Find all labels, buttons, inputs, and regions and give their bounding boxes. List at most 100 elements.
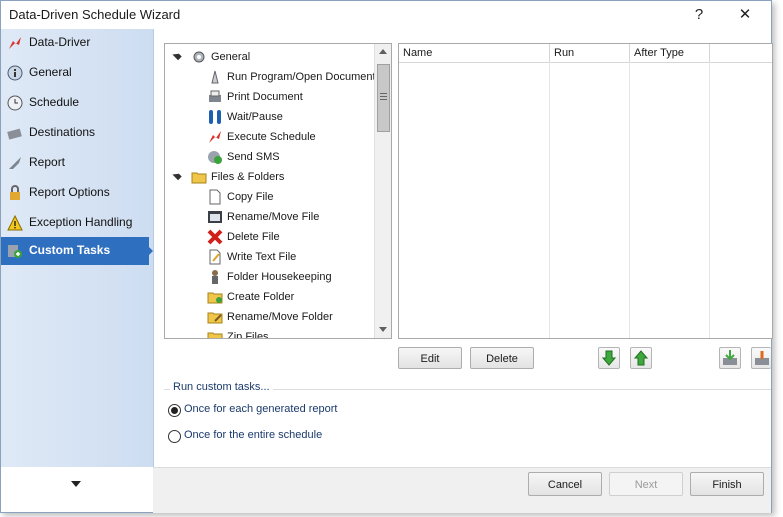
column-divider <box>549 62 550 338</box>
scroll-up-icon[interactable] <box>379 49 387 54</box>
export-button[interactable] <box>751 347 771 369</box>
sidebar-item-destinations[interactable]: Destinations <box>1 119 153 147</box>
sms-icon <box>208 151 222 164</box>
move-up-button[interactable] <box>630 347 652 369</box>
edit-button[interactable]: Edit <box>398 347 462 369</box>
zip-icon <box>207 332 223 338</box>
wizard-window: Data-Driven Schedule Wizard ? ✕ Data-Dri… <box>0 0 773 513</box>
execute-icon <box>209 131 221 143</box>
collapse-icon[interactable] <box>172 50 182 61</box>
sidebar-item-label: Schedule <box>29 95 80 109</box>
tree-label: Create Folder <box>227 291 295 303</box>
close-button[interactable]: ✕ <box>727 3 763 27</box>
sidebar-item-data-driver[interactable]: Data-Driver <box>1 29 153 57</box>
column-divider <box>709 62 710 338</box>
data-driver-icon <box>9 37 21 49</box>
report-icon <box>9 157 21 169</box>
import-button[interactable] <box>719 347 741 369</box>
copy-file-icon <box>209 189 221 205</box>
grip-line <box>380 96 387 97</box>
delete-button[interactable]: Delete <box>470 347 534 369</box>
write-text-icon <box>209 249 221 265</box>
sidebar-item-label: General <box>29 65 72 79</box>
sidebar-item-custom-tasks[interactable]: Custom Tasks <box>1 237 153 265</box>
next-button[interactable]: Next <box>609 472 683 496</box>
radio-selected-dot <box>171 407 178 414</box>
rename-folder-icon <box>207 312 223 324</box>
tree-scrollbar[interactable] <box>374 44 391 338</box>
sidebar-item-label: Custom Tasks <box>29 243 111 257</box>
tree-label: Write Text File <box>227 251 297 263</box>
delete-icon <box>207 229 223 245</box>
cancel-button[interactable]: Cancel <box>528 472 602 496</box>
scroll-thumb[interactable] <box>377 64 390 132</box>
finish-button[interactable]: Finish <box>690 472 764 496</box>
tree-node-files-folders[interactable]: Files & Folders <box>165 167 375 187</box>
sidebar-item-schedule[interactable]: Schedule <box>1 89 153 117</box>
housekeeping-icon <box>212 270 218 284</box>
sidebar-item-report-options[interactable]: Report Options <box>1 179 153 207</box>
window-title: Data-Driven Schedule Wizard <box>9 7 181 22</box>
printer-icon <box>209 90 221 102</box>
sidebar-item-general[interactable]: General <box>1 59 153 87</box>
arrow-up-icon <box>633 350 649 366</box>
tree-label: Wait/Pause <box>227 111 283 123</box>
clock-icon <box>7 95 23 111</box>
next-label: Next <box>634 479 658 491</box>
sidebar-scroll-down-icon[interactable] <box>71 481 81 487</box>
tree-label: General <box>211 51 251 63</box>
tree-item-run-program[interactable]: Run Program/Open Document <box>165 67 376 87</box>
tree-label: Send SMS <box>227 151 280 163</box>
tree-item-rename-move-folder[interactable]: Rename/Move Folder <box>165 307 375 327</box>
create-folder-icon <box>207 292 223 304</box>
tree-item-print-document[interactable]: Print Document <box>165 87 375 107</box>
tree-node-general[interactable]: General <box>165 47 375 67</box>
cancel-label: Cancel <box>547 479 583 491</box>
collapse-icon[interactable] <box>172 170 182 181</box>
tree-item-folder-housekeeping[interactable]: Folder Housekeeping <box>165 267 375 287</box>
column-header-after-type[interactable]: After Type <box>630 44 710 62</box>
column-header-run[interactable]: Run <box>550 44 630 62</box>
tree-item-rename-move-file[interactable]: Rename/Move File <box>165 207 375 227</box>
gear-icon <box>193 51 205 63</box>
group-title: Run custom tasks... <box>170 381 273 393</box>
help-button[interactable]: ? <box>681 3 717 27</box>
task-tree: General Run Program/Open Document Print … <box>164 43 392 339</box>
sidebar: Data-Driver General Schedule Destination… <box>1 29 154 487</box>
tree-item-delete-file[interactable]: Delete File <box>165 227 375 247</box>
footer-bar: Cancel Next Finish <box>153 467 771 513</box>
radio-button[interactable] <box>168 430 181 443</box>
scroll-down-icon[interactable] <box>379 327 387 332</box>
radio-button[interactable] <box>168 404 181 417</box>
task-list: Name Run After Type <box>398 43 773 339</box>
arrow-down-icon <box>601 350 617 366</box>
tree-item-create-folder[interactable]: Create Folder <box>165 287 375 307</box>
export-icon <box>755 351 769 365</box>
tree-item-wait-pause[interactable]: Wait/Pause <box>165 107 375 127</box>
move-down-button[interactable] <box>598 347 620 369</box>
tree-label: Delete File <box>227 231 280 243</box>
delete-button-label: Delete <box>486 353 518 365</box>
run-program-icon <box>211 70 219 84</box>
list-header: Name Run After Type <box>399 44 772 63</box>
pause-icon <box>209 110 221 124</box>
tree-label: Run Program/Open Document <box>227 71 376 83</box>
finish-label: Finish <box>712 479 742 491</box>
column-header-name[interactable]: Name <box>399 44 550 62</box>
info-icon <box>7 65 23 81</box>
tree-item-write-text-file[interactable]: Write Text File <box>165 247 375 267</box>
tree-label: Folder Housekeeping <box>227 271 332 283</box>
warning-icon <box>7 215 23 231</box>
grip-line <box>380 99 387 100</box>
sidebar-item-label: Destinations <box>29 125 96 139</box>
sidebar-item-report[interactable]: Report <box>1 149 153 177</box>
grip-line <box>380 93 387 94</box>
sidebar-item-label: Data-Driver <box>29 35 91 49</box>
tree-item-send-sms[interactable]: Send SMS <box>165 147 375 167</box>
sidebar-item-label: Report <box>29 155 66 169</box>
tree-item-zip-files[interactable]: Zip Files <box>165 327 375 339</box>
sidebar-item-exception-handling[interactable]: Exception Handling <box>1 209 153 237</box>
tree-item-execute-schedule[interactable]: Execute Schedule <box>165 127 375 147</box>
tree-label: Zip Files <box>227 331 269 339</box>
tree-item-copy-file[interactable]: Copy File <box>165 187 375 207</box>
